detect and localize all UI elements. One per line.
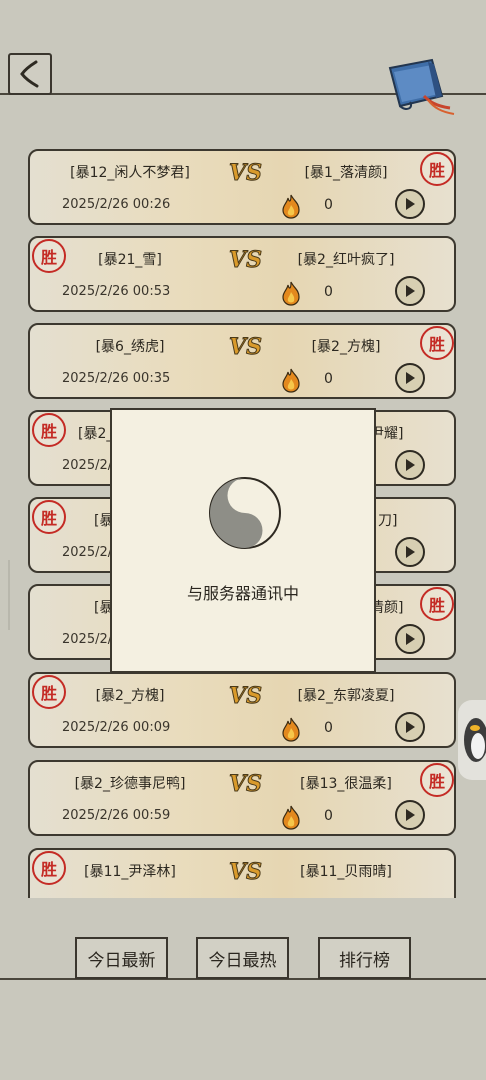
scroll-indicator [8, 560, 10, 630]
play-icon [406, 633, 415, 645]
match-card[interactable]: [暴21_雪] VS [暴2_红叶疯了] 2025/2/26 00:53 0 胜 [28, 236, 456, 312]
loading-dialog: 与服务器通讯中 [110, 408, 376, 673]
flame-icon [282, 805, 300, 830]
flame-icon [282, 717, 300, 742]
win-stamp: 胜 [420, 763, 454, 797]
svg-text:VS: VS [229, 859, 262, 884]
win-stamp: 胜 [32, 413, 66, 447]
flame-icon [282, 194, 300, 219]
win-stamp: 胜 [32, 851, 66, 885]
tab-today-latest[interactable]: 今日最新 [75, 937, 168, 979]
play-replay-button[interactable] [395, 276, 425, 306]
flame-icon [282, 281, 300, 306]
match-time: 2025/2/26 00:26 [62, 197, 171, 212]
play-replay-button[interactable] [395, 537, 425, 567]
match-time: 2025/2/26 00:59 [62, 808, 171, 823]
yin-yang-icon [209, 477, 281, 549]
win-stamp: 胜 [420, 152, 454, 186]
vs-icon: VS [229, 334, 263, 360]
vs-icon: VS [229, 771, 263, 797]
right-player-name: [暴13_很温柔] [300, 776, 392, 792]
svg-text:VS: VS [229, 771, 262, 796]
heat-count: 0 [324, 284, 333, 300]
win-stamp: 胜 [420, 326, 454, 360]
match-time: 2025/2/26 00:53 [62, 284, 171, 299]
play-icon [406, 459, 415, 471]
play-icon [406, 546, 415, 558]
match-time: 2025/2/26 00:35 [62, 371, 171, 386]
heat-count: 0 [324, 371, 333, 387]
svg-text:VS: VS [229, 247, 262, 272]
win-stamp: 胜 [32, 500, 66, 534]
floating-assistant-handle[interactable] [458, 700, 486, 780]
match-card[interactable]: [暴12_闲人不梦君] VS [暴1_落清颜] 2025/2/26 00:26 … [28, 149, 456, 225]
right-player-name: [暴2_红叶疯了] [297, 252, 395, 268]
heat-count: 0 [324, 808, 333, 824]
play-replay-button[interactable] [395, 624, 425, 654]
play-replay-button[interactable] [395, 800, 425, 830]
play-replay-button[interactable] [395, 189, 425, 219]
left-player-name: [暴2_ [78, 426, 114, 442]
play-icon [406, 809, 415, 821]
svg-text:VS: VS [229, 683, 262, 708]
right-player-name: [暴11_贝雨晴] [300, 864, 392, 880]
right-player-name: 刀] [378, 513, 398, 529]
loading-message: 与服务器通讯中 [186, 584, 299, 603]
match-card[interactable]: [暴2_方槐] VS [暴2_东郭凌夏] 2025/2/26 00:09 0 胜 [28, 672, 456, 748]
heat-count: 0 [324, 720, 333, 736]
back-button[interactable] [8, 53, 52, 95]
scroll-book-icon[interactable] [384, 56, 456, 116]
vs-icon: VS [229, 247, 263, 273]
win-stamp: 胜 [32, 675, 66, 709]
vs-icon: VS [229, 859, 263, 885]
play-icon [406, 285, 415, 297]
left-player-name: [暴12_闲人不梦君] [70, 165, 190, 181]
play-replay-button[interactable] [395, 363, 425, 393]
play-replay-button[interactable] [395, 712, 425, 742]
match-card[interactable]: [暴11_尹泽林] VS [暴11_贝雨晴] 胜 [28, 848, 456, 898]
tab-ranking[interactable]: 排行榜 [318, 937, 411, 979]
match-card[interactable]: [暴6_绣虎] VS [暴2_方槐] 2025/2/26 00:35 0 胜 [28, 323, 456, 399]
right-player-name: [暴2_东郭凌夏] [297, 688, 395, 704]
play-icon [406, 198, 415, 210]
play-replay-button[interactable] [395, 450, 425, 480]
match-card[interactable]: [暴2_珍德事尼鸭] VS [暴13_很温柔] 2025/2/26 00:59 … [28, 760, 456, 836]
vs-icon: VS [229, 683, 263, 709]
left-player-name: [暴6_绣虎] [95, 339, 165, 355]
penguin-icon [464, 718, 486, 762]
heat-count: 0 [324, 197, 333, 213]
svg-text:VS: VS [229, 160, 262, 185]
match-time: 2025/2/26 00:09 [62, 720, 171, 735]
back-chevron-icon [20, 60, 39, 88]
right-player-name: [暴1_落清颜] [304, 165, 388, 181]
right-player-name: [暴2_方槐] [311, 339, 381, 355]
win-stamp: 胜 [32, 239, 66, 273]
tab-today-hot[interactable]: 今日最热 [196, 937, 289, 979]
left-player-name: [暴2_珍德事尼鸭] [74, 776, 186, 792]
svg-text:VS: VS [229, 334, 262, 359]
vs-icon: VS [229, 160, 263, 186]
play-icon [406, 721, 415, 733]
play-icon [406, 372, 415, 384]
flame-icon [282, 368, 300, 393]
win-stamp: 胜 [420, 587, 454, 621]
